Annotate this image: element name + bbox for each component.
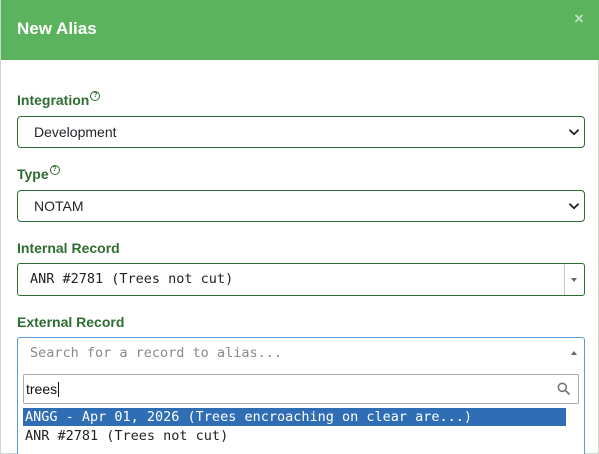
external-record-placeholder: Search for a record to alias...: [30, 345, 282, 361]
close-icon[interactable]: ×: [572, 10, 586, 28]
chevron-up-icon[interactable]: [571, 351, 577, 355]
chevron-down-icon: [567, 117, 581, 147]
internal-record-value: ANR #2781 (Trees not cut): [30, 271, 234, 287]
help-icon[interactable]: ?: [49, 165, 60, 175]
result-option[interactable]: ANGG - Apr 01, 2026 (Trees encroaching o…: [23, 408, 566, 426]
integration-label-group: Integration?: [17, 91, 101, 108]
chevron-down-icon: [567, 191, 581, 221]
help-icon[interactable]: ?: [90, 91, 101, 101]
search-text: trees: [26, 375, 60, 403]
modal-title: New Alias: [17, 19, 97, 38]
chevron-down-icon[interactable]: [571, 278, 577, 282]
external-record-label: External Record: [17, 314, 125, 330]
search-query: trees: [26, 381, 58, 397]
type-label: Type: [17, 166, 49, 182]
search-icon: [557, 382, 570, 395]
integration-select-value: Development: [34, 124, 117, 140]
external-record-combobox[interactable]: Search for a record to alias...: [17, 337, 585, 370]
external-record-dropdown: trees ANGG - Apr 01, 2026 (Trees encroac…: [17, 369, 585, 454]
integration-label: Integration: [17, 92, 90, 108]
record-search-input[interactable]: trees: [23, 374, 579, 404]
result-option[interactable]: ANR #2781 (Trees not cut): [23, 427, 566, 445]
internal-record-combobox[interactable]: ANR #2781 (Trees not cut): [17, 263, 585, 296]
type-label-group: Type?: [17, 165, 60, 182]
type-select-value: NOTAM: [34, 198, 84, 214]
integration-select[interactable]: Development: [17, 116, 585, 148]
new-alias-modal: New Alias × Integration? Development Typ…: [0, 0, 599, 454]
type-select[interactable]: NOTAM: [17, 190, 585, 222]
combo-divider: [564, 264, 565, 295]
internal-record-label: Internal Record: [17, 240, 120, 256]
modal-header: New Alias ×: [1, 0, 599, 60]
text-caret: [58, 382, 60, 397]
